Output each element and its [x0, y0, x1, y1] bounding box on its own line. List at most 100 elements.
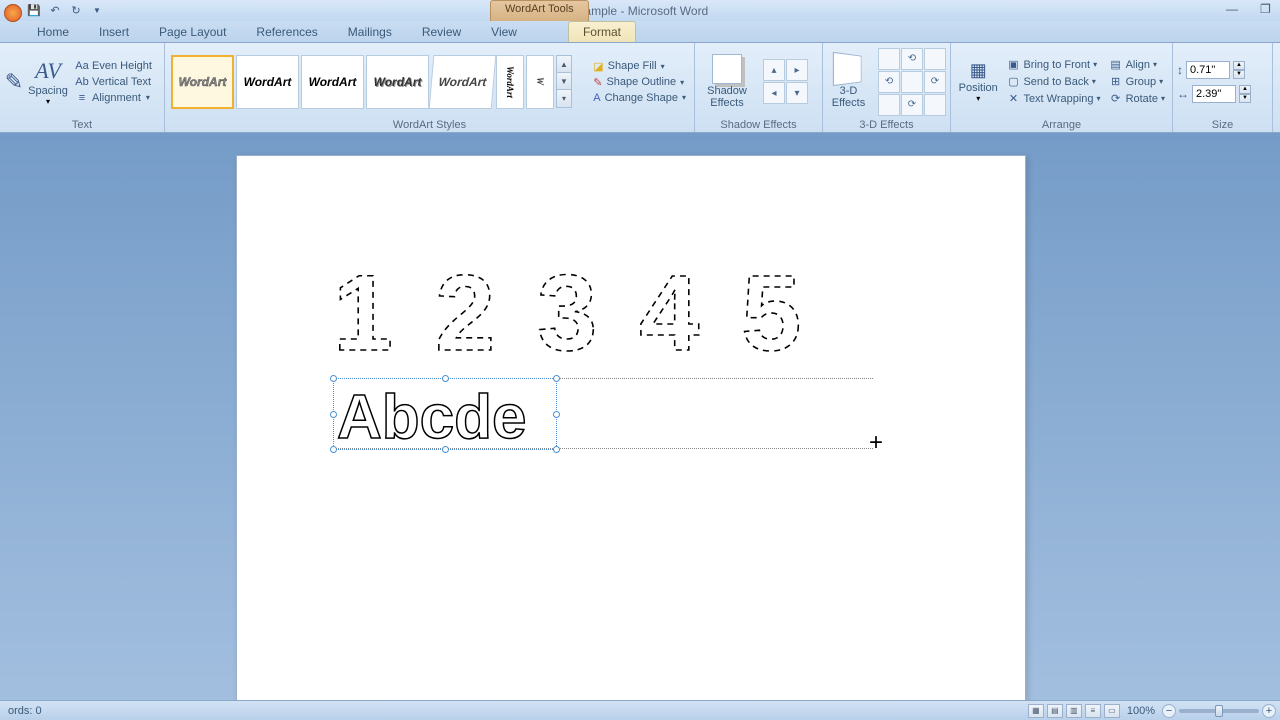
vertical-text-button[interactable]: AbVertical Text	[72, 75, 155, 89]
window-title: example - Microsoft Word	[0, 4, 1280, 18]
group-wordart-styles: WordArt WordArt WordArt WordArt WordArt …	[165, 43, 695, 132]
width-icon: ↔	[1177, 87, 1189, 101]
shadow-icon	[712, 54, 742, 84]
word-count[interactable]: ords: 0	[0, 705, 50, 717]
zoom-level[interactable]: 100%	[1127, 705, 1155, 717]
shadow-effects-button[interactable]: Shadow Effects	[699, 49, 755, 115]
paint-bucket-icon: ◪	[593, 60, 603, 73]
group-shadow-effects: Shadow Effects ▴ ▸ ◂ ▾ Shadow Effects	[695, 43, 823, 132]
shadow-nudge-up[interactable]: ▴	[763, 59, 785, 81]
tab-insert[interactable]: Insert	[84, 21, 144, 42]
contextual-tab-label: WordArt Tools	[490, 0, 589, 21]
style-item-2[interactable]: WordArt	[236, 55, 299, 109]
group-button[interactable]: ⊞Group▾	[1106, 74, 1168, 89]
page: 12345 Abcde +	[236, 155, 1026, 700]
gallery-up-button[interactable]: ▲	[557, 56, 571, 73]
3d-effects-button[interactable]: 3-D Effects	[827, 49, 870, 115]
style-item-5[interactable]: WordArt	[429, 55, 497, 109]
svg-text:12345: 12345	[333, 252, 843, 364]
style-item-1[interactable]: WordArt	[171, 55, 234, 109]
width-input[interactable]	[1192, 85, 1236, 103]
alignment-icon: ≡	[75, 92, 89, 104]
shadow-nudge-right[interactable]: ▸	[786, 59, 808, 81]
3d-icon	[832, 52, 861, 86]
group-label-styles: WordArt Styles	[169, 118, 690, 132]
rotate-icon: ⟳	[1109, 92, 1123, 105]
gallery-more-button[interactable]: ▾	[557, 90, 571, 107]
vertical-text-icon: Ab	[75, 76, 89, 88]
alignment-button[interactable]: ≡Alignment▾	[72, 91, 155, 105]
even-height-button[interactable]: AaEven Height	[72, 59, 155, 73]
shape-fill-button[interactable]: ◪Shape Fill▾	[589, 59, 690, 74]
ribbon-tabs: Home Insert Page Layout References Maili…	[0, 21, 1280, 43]
tab-references[interactable]: References	[241, 21, 332, 42]
view-full-screen[interactable]: ▤	[1047, 704, 1063, 718]
spacing-button[interactable]: AV Spacing ▾	[26, 49, 70, 115]
view-web-layout[interactable]: ▥	[1066, 704, 1082, 718]
tab-home[interactable]: Home	[22, 21, 84, 42]
position-button[interactable]: ▦ Position ▾	[955, 49, 1001, 115]
pencil-icon: ✎	[593, 76, 602, 89]
shadow-nudge-down[interactable]: ▾	[786, 82, 808, 104]
tab-mailings[interactable]: Mailings	[333, 21, 407, 42]
maximize-button[interactable]: ❐	[1260, 2, 1276, 16]
style-item-3[interactable]: WordArt	[301, 55, 364, 109]
tab-view[interactable]: View	[476, 21, 532, 42]
gallery-scroll: ▲ ▼ ▾	[556, 55, 572, 108]
tab-page-layout[interactable]: Page Layout	[144, 21, 241, 42]
tab-review[interactable]: Review	[407, 21, 476, 42]
edit-text-button[interactable]: ✎	[4, 49, 24, 115]
group-label-3d: 3-D Effects	[827, 118, 946, 132]
view-print-layout[interactable]: ▦	[1028, 704, 1044, 718]
wrapping-icon: ✕	[1006, 92, 1020, 105]
ribbon: ✎ AV Spacing ▾ AaEven Height AbVertical …	[0, 43, 1280, 133]
height-input[interactable]	[1186, 61, 1230, 79]
zoom-slider[interactable]	[1179, 709, 1259, 713]
group-label-arrange: Arrange	[955, 118, 1168, 132]
wordart-letters-container[interactable]: Abcde	[333, 378, 873, 450]
group-label-shadow: Shadow Effects	[699, 118, 818, 132]
group-3d-effects: 3-D Effects ⟲ ⟲⟳ ⟳ 3-D Effects	[823, 43, 951, 132]
minimize-button[interactable]: —	[1226, 2, 1242, 16]
3d-tilt-grid: ⟲ ⟲⟳ ⟳	[878, 48, 946, 116]
edit-text-icon: ✎	[5, 69, 23, 95]
document-area[interactable]: 12345 Abcde +	[0, 133, 1280, 700]
view-draft[interactable]: ▭	[1104, 704, 1120, 718]
send-back-icon: ▢	[1006, 75, 1020, 88]
bring-to-front-button[interactable]: ▣Bring to Front▾	[1003, 57, 1103, 72]
zoom-in-button[interactable]: +	[1262, 704, 1276, 718]
tilt-down[interactable]: ⟳	[901, 94, 923, 116]
group-label-size: Size	[1177, 118, 1268, 132]
shadow-nudge-grid: ▴ ▸ ◂ ▾	[763, 59, 808, 104]
group-size: ↕ ▲▼ ↔ ▲▼ Size	[1173, 43, 1273, 132]
tilt-right[interactable]: ⟳	[924, 71, 946, 93]
rotate-button[interactable]: ⟳Rotate▾	[1106, 91, 1168, 106]
send-to-back-button[interactable]: ▢Send to Back▾	[1003, 74, 1103, 89]
group-text: ✎ AV Spacing ▾ AaEven Height AbVertical …	[0, 43, 165, 132]
style-item-6[interactable]: WordArt	[496, 55, 524, 109]
gallery-down-button[interactable]: ▼	[557, 73, 571, 90]
wordart-letters: Abcde	[337, 382, 526, 453]
wordart-numbers: 12345	[333, 252, 963, 364]
align-button[interactable]: ▤Align▾	[1106, 57, 1168, 72]
change-shape-button[interactable]: AChange Shape▾	[589, 91, 690, 105]
crosshair-cursor: +	[869, 429, 883, 457]
height-spin-up[interactable]: ▲	[1233, 61, 1245, 70]
view-outline[interactable]: ≡	[1085, 704, 1101, 718]
align-icon: ▤	[1109, 58, 1123, 71]
text-wrapping-button[interactable]: ✕Text Wrapping▾	[1003, 91, 1103, 106]
tilt-left[interactable]: ⟲	[878, 71, 900, 93]
shadow-nudge-left[interactable]: ◂	[763, 82, 785, 104]
even-height-icon: Aa	[75, 60, 89, 72]
bring-front-icon: ▣	[1006, 58, 1020, 71]
height-spin-down[interactable]: ▼	[1233, 70, 1245, 79]
tab-format[interactable]: Format	[568, 21, 636, 42]
width-spin-down[interactable]: ▼	[1239, 94, 1251, 103]
width-spin-up[interactable]: ▲	[1239, 85, 1251, 94]
style-item-7[interactable]: W	[526, 55, 554, 109]
style-gallery: WordArt WordArt WordArt WordArt WordArt …	[169, 53, 581, 111]
zoom-out-button[interactable]: −	[1162, 704, 1176, 718]
style-item-4[interactable]: WordArt	[366, 55, 429, 109]
shape-outline-button[interactable]: ✎Shape Outline▾	[589, 75, 690, 90]
tilt-up[interactable]: ⟲	[901, 48, 923, 70]
